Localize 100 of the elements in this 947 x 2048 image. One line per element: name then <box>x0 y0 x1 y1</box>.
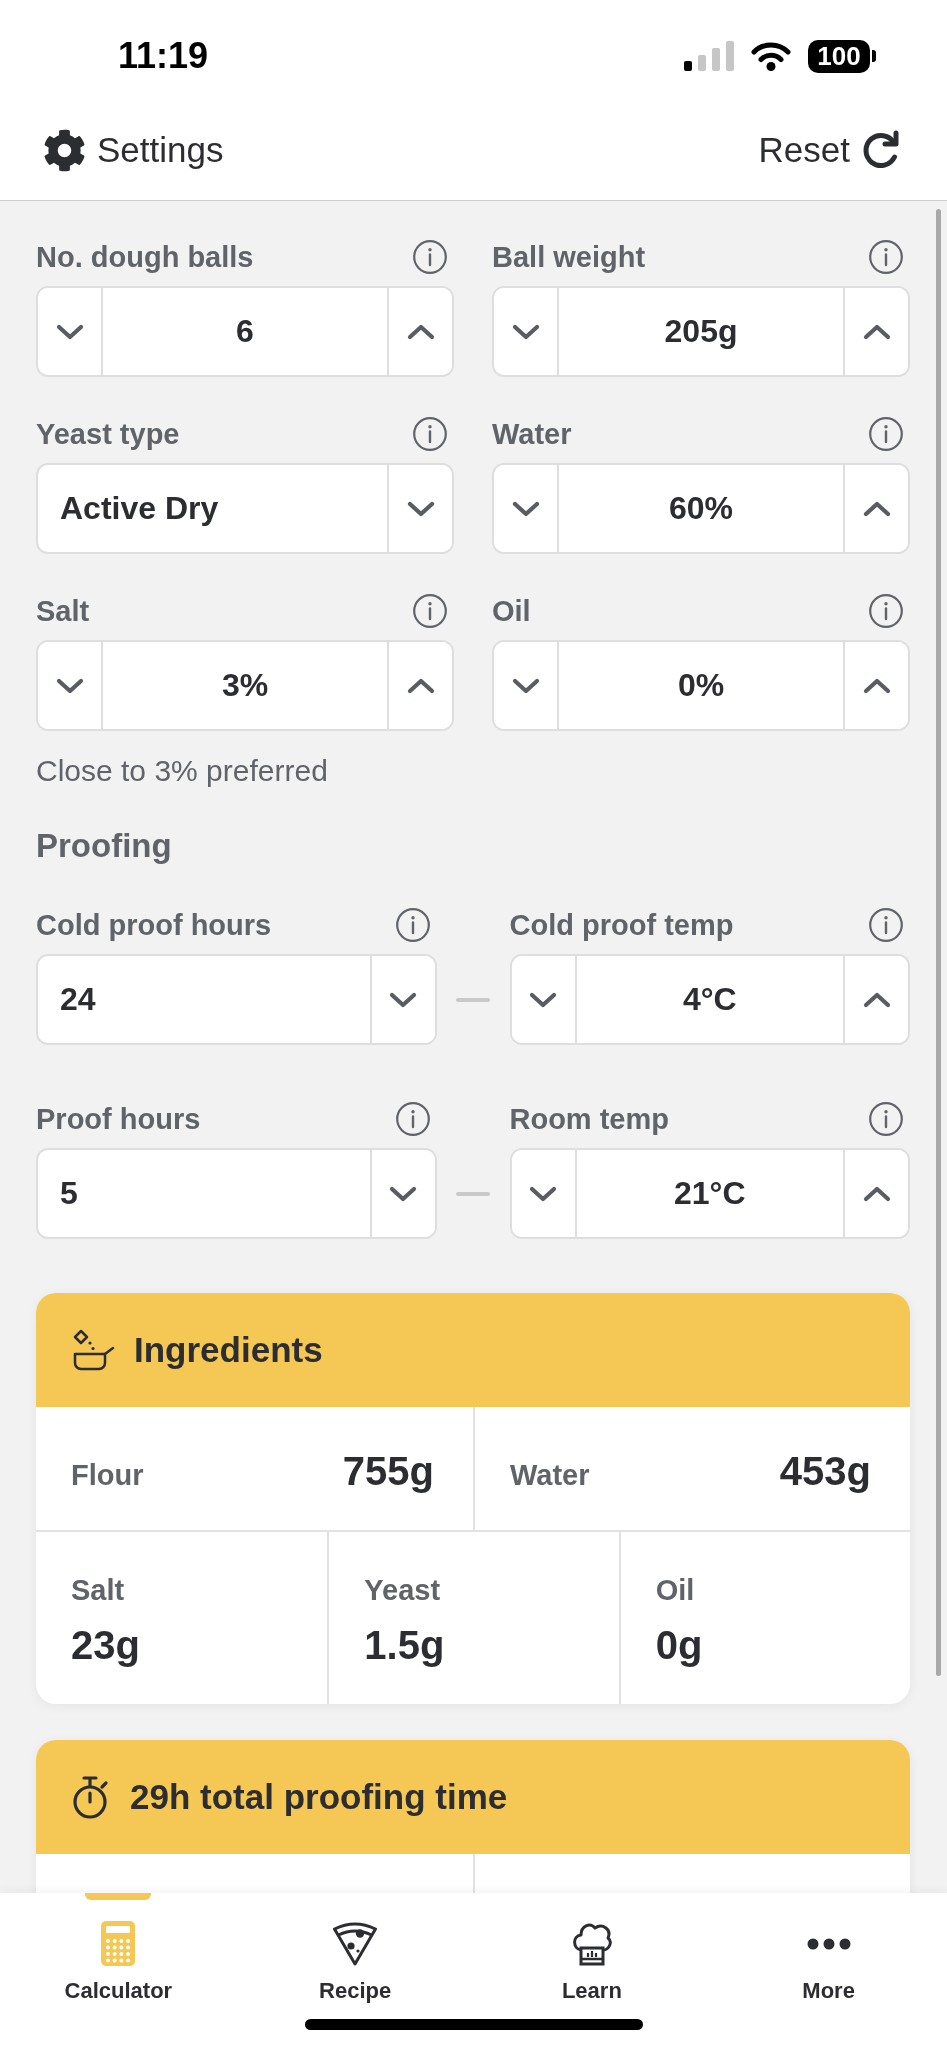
ingredient-amount: 0g <box>655 1622 704 1669</box>
decrease-button[interactable] <box>511 1150 577 1237</box>
field-label: Yeast type <box>36 417 180 452</box>
info-icon[interactable] <box>413 594 447 628</box>
info-icon[interactable] <box>869 1102 903 1136</box>
chevron-up-icon <box>406 677 435 694</box>
card-title: Ingredients <box>134 1330 323 1370</box>
decrease-button[interactable] <box>511 956 577 1043</box>
signal-icon <box>684 41 734 71</box>
separator-dash <box>456 1191 490 1196</box>
stepper-field[interactable]: 205g <box>492 286 910 377</box>
settings-button[interactable]: Settings <box>43 128 224 172</box>
decrease-button[interactable] <box>494 642 559 729</box>
ingredient-label: Yeast <box>364 1573 442 1608</box>
stepper-value: 205g <box>663 312 739 351</box>
settings-icon <box>43 128 86 172</box>
select-value: Active Dry <box>59 489 220 528</box>
stepper-field[interactable]: 6 <box>36 286 454 377</box>
ingredient-label: Oil <box>655 1573 696 1608</box>
battery-indicator: 100 <box>808 39 876 73</box>
reset-button[interactable]: Reset <box>758 130 901 170</box>
status-time: 11:19 <box>118 35 209 77</box>
info-icon[interactable] <box>869 240 903 274</box>
increase-button[interactable] <box>843 1150 908 1237</box>
decrease-button[interactable] <box>38 642 103 729</box>
field-hint: Close to 3% preferred <box>36 753 329 789</box>
chevron-down-icon <box>529 1185 557 1202</box>
separator-dash <box>456 997 490 1002</box>
select-field[interactable]: 5 <box>36 1148 437 1239</box>
increase-button[interactable] <box>387 642 452 729</box>
field-label: Cold proof hours <box>36 908 272 943</box>
tab[interactable]: Recipe <box>236 1893 474 2048</box>
chevron-down-icon <box>55 323 84 340</box>
ingredient-amount: 1.5g <box>364 1622 446 1669</box>
info-icon[interactable] <box>395 908 430 942</box>
stepper-field[interactable]: 4°C <box>509 954 910 1045</box>
select-value: 24 <box>59 980 97 1019</box>
section-title: Proofing <box>36 826 173 866</box>
dropdown-button[interactable] <box>369 1150 435 1237</box>
chevron-up-icon <box>862 677 891 694</box>
increase-button[interactable] <box>843 956 908 1043</box>
info-icon[interactable] <box>413 240 447 274</box>
stepper-value: 60% <box>667 489 734 528</box>
select-field[interactable]: Active Dry <box>36 463 454 554</box>
field-label: Proof hours <box>36 1102 201 1137</box>
tab[interactable]: More <box>710 1893 947 2048</box>
dropdown-button[interactable] <box>369 956 435 1043</box>
decrease-button[interactable] <box>494 465 559 552</box>
stepper-value: 21°C <box>673 1174 747 1213</box>
tab[interactable]: Calculator <box>0 1893 237 2048</box>
increase-button[interactable] <box>843 642 908 729</box>
increase-button[interactable] <box>843 465 908 552</box>
chevron-down-icon <box>511 500 540 517</box>
increase-button[interactable] <box>843 288 908 375</box>
increase-button[interactable] <box>387 288 452 375</box>
selected-indicator <box>85 1893 152 1900</box>
ingredient-amount: 23g <box>71 1622 141 1669</box>
field-label: Cold proof temp <box>509 908 734 943</box>
chevron-down-icon <box>511 323 540 340</box>
field-label: Salt <box>36 594 90 629</box>
bowl-icon <box>71 1329 115 1371</box>
chevron-up-icon <box>862 991 891 1008</box>
more-icon <box>806 1937 851 1950</box>
info-icon[interactable] <box>869 417 903 451</box>
stepper-value: 4°C <box>681 980 738 1019</box>
info-icon[interactable] <box>395 1102 430 1136</box>
chevron-down-icon <box>389 991 417 1008</box>
chevron-up-icon <box>862 323 891 340</box>
info-icon[interactable] <box>869 594 903 628</box>
wifi-icon <box>751 41 791 71</box>
field-label: Water <box>492 417 572 452</box>
info-icon[interactable] <box>413 417 447 451</box>
tab[interactable]: Learn <box>473 1893 711 2048</box>
stepper-value: 6 <box>235 312 255 351</box>
stepper-value: 0% <box>676 666 726 705</box>
stepper-field[interactable]: 3% <box>36 640 454 731</box>
decrease-button[interactable] <box>38 288 103 375</box>
stepper-field[interactable]: 21°C <box>509 1148 910 1239</box>
card-title: 29h total proofing time <box>130 1777 508 1817</box>
ingredient-label: Water <box>510 1458 590 1493</box>
ingredient-amount: 453g <box>779 1448 871 1495</box>
stepper-field[interactable]: 60% <box>492 463 910 554</box>
refresh-icon <box>861 130 901 170</box>
select-field[interactable]: 24 <box>36 954 437 1045</box>
select-value: 5 <box>59 1174 79 1213</box>
calculator-icon <box>101 1921 136 1966</box>
ingredient-label: Flour <box>71 1458 144 1493</box>
ingredient-amount: 755g <box>342 1448 434 1495</box>
decrease-button[interactable] <box>494 288 559 375</box>
ingredient-label: Salt <box>71 1573 126 1608</box>
chevron-down-icon <box>55 677 84 694</box>
stepper-field[interactable]: 0% <box>492 640 910 731</box>
chevron-down-icon <box>406 500 435 517</box>
chevron-down-icon <box>529 991 557 1008</box>
info-icon[interactable] <box>869 908 903 942</box>
field-label: No. dough balls <box>36 240 254 275</box>
chef-hat-icon <box>570 1921 613 1966</box>
dropdown-button[interactable] <box>387 465 452 552</box>
chevron-up-icon <box>862 1185 891 1202</box>
field-label: Ball weight <box>492 240 646 275</box>
